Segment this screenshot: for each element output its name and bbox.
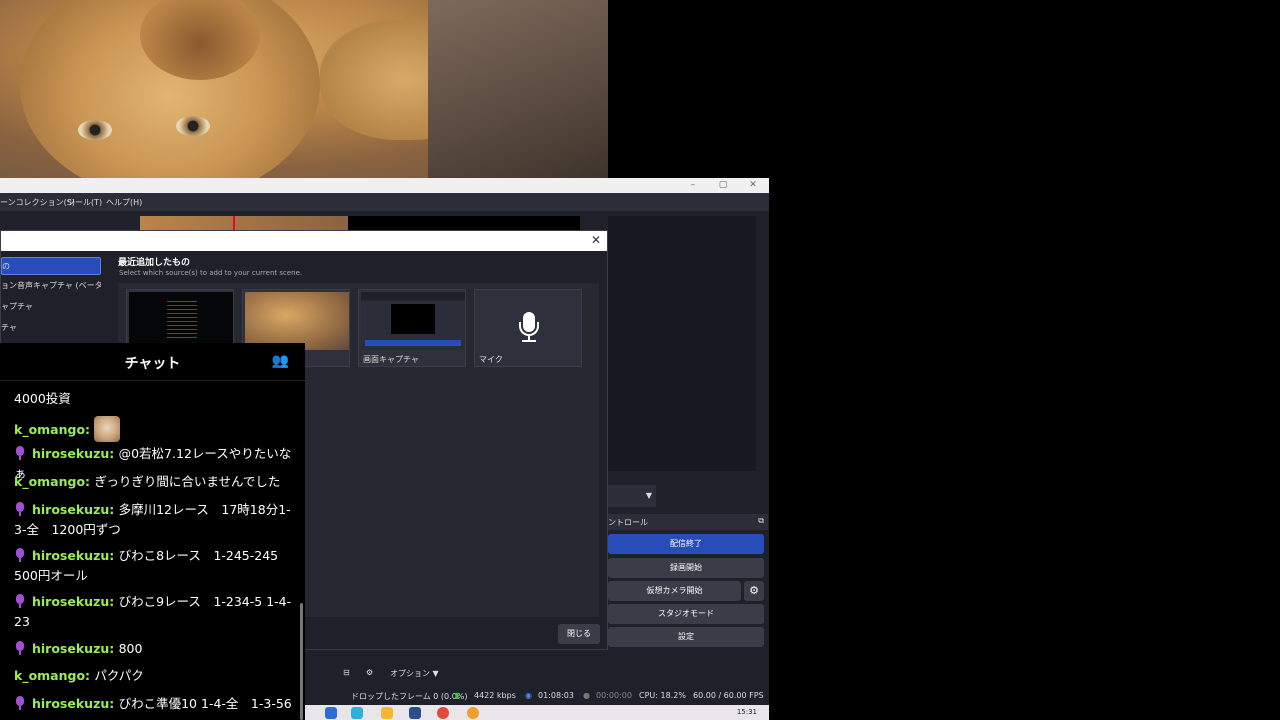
username[interactable]: hirosekuzu: [32, 446, 109, 461]
start-recording-button[interactable]: 録画開始: [608, 558, 764, 578]
badge-icon: [14, 696, 26, 710]
username[interactable]: hirosekuzu: [32, 502, 109, 517]
chrome-icon[interactable]: [437, 707, 449, 719]
card-label: マイク: [479, 355, 503, 364]
start-virtual-camera-button[interactable]: 仮想カメラ開始: [608, 581, 741, 601]
app-icon[interactable]: [467, 707, 479, 719]
chat-message: hirosekuzu: 多摩川12レース 17時18分1-3-全 1200円ずつ: [14, 502, 291, 537]
username[interactable]: k_omango: [14, 668, 85, 683]
badge-icon: [14, 594, 26, 608]
chat-message: k_omango: ぎっりぎり間に合いませんでした: [14, 474, 281, 489]
badge-icon: [14, 641, 26, 655]
clock: 15:31: [736, 708, 757, 716]
message-text: びわこ準優10 1-4-全 1-3-56: [118, 696, 292, 711]
source-toolbar: ⊟ ⚙ オプション ▼: [305, 663, 445, 685]
chat-message: hirosekuzu: びわこ9レース 1-234-5 1-4-23: [14, 594, 292, 629]
chat-scrollbar[interactable]: [300, 603, 303, 720]
username[interactable]: hirosekuzu: [32, 548, 109, 563]
properties-icon[interactable]: ⚙: [366, 668, 373, 677]
username[interactable]: k_omango: [14, 474, 85, 489]
card-label: 画面キャプチャ: [363, 355, 419, 364]
message-text: 800: [118, 641, 143, 656]
username[interactable]: k_omango: [14, 422, 85, 437]
chat-message: hirosekuzu: 800: [14, 639, 294, 659]
chat-panel: チャット 👥 4000投資 k_omango: hirosekuzu: @0若松…: [0, 343, 305, 720]
menu-help[interactable]: ヘルプ(H): [106, 197, 142, 208]
controls-header: ントロール ⧉: [608, 514, 768, 530]
chevron-down-icon: ▼: [645, 491, 652, 500]
dialog-titlebar: ✕: [1, 231, 607, 251]
dialog-heading: 最近追加したもの: [118, 258, 191, 268]
chat-message: hirosekuzu: びわこ8レース 1-245-245 500円オール: [14, 548, 279, 583]
screen-thumbnail: [361, 292, 465, 350]
close-icon[interactable]: ✕: [738, 178, 768, 193]
dialog-subtitle: Select which source(s) to add to your cu…: [119, 269, 303, 277]
dropped-frames: ドロップしたフレーム 0 (0.0%): [351, 692, 468, 701]
chat-message: k_omango:: [14, 416, 294, 442]
options-button[interactable]: オプション ▼: [390, 668, 439, 679]
chat-message: 4000投資: [14, 389, 294, 409]
maximize-icon[interactable]: ▢: [708, 178, 738, 193]
badge-icon: [14, 502, 26, 516]
list-item[interactable]: の: [1, 257, 101, 275]
list-item[interactable]: ャプチャ: [1, 298, 101, 316]
status-bar: ドロップしたフレーム 0 (0.0%) ▮ 4422 kbps ◉ 01:08:…: [305, 687, 769, 705]
microphone-icon: [477, 292, 581, 350]
terminal-thumbnail: [129, 292, 233, 350]
lion-photo: [0, 0, 608, 178]
store-icon[interactable]: [409, 707, 421, 719]
bitrate: 4422 kbps: [474, 691, 516, 700]
message-text: ぎっりぎり間に合いませんでした: [94, 474, 281, 489]
username[interactable]: hirosekuzu: [32, 696, 109, 711]
users-icon[interactable]: 👥: [272, 353, 289, 369]
stream-time: 01:08:03: [538, 691, 574, 700]
record-icon: ●: [583, 691, 590, 700]
list-item[interactable]: ョン音声キャプチャ (ベータ版): [1, 277, 101, 295]
controls-label: ントロール: [608, 518, 648, 527]
stream-icon: ◉: [525, 691, 532, 700]
message-text: 4000投資: [14, 391, 71, 406]
chat-title: チャット: [124, 356, 181, 372]
dropdown[interactable]: ▼: [608, 485, 656, 507]
close-icon[interactable]: ✕: [591, 233, 601, 247]
edge-icon[interactable]: [325, 707, 337, 719]
minimize-icon[interactable]: –: [678, 178, 708, 193]
emote-icon: [94, 416, 121, 442]
preview-area: [140, 216, 580, 231]
fps: 60.00 / 60.00 FPS: [693, 691, 764, 700]
chat-header: チャット 👥: [0, 343, 305, 381]
taskbar: 15:31: [305, 705, 769, 720]
settings-button[interactable]: 設定: [608, 627, 764, 647]
badge-icon: [14, 548, 26, 562]
cpu-usage: CPU: 18.2%: [639, 691, 686, 700]
username[interactable]: hirosekuzu: [32, 641, 109, 656]
source-card[interactable]: マイク: [474, 289, 582, 367]
username[interactable]: hirosekuzu: [32, 594, 109, 609]
list-item[interactable]: チャ: [1, 319, 101, 337]
lion-thumbnail: [245, 292, 349, 350]
gear-icon[interactable]: ⚙: [744, 581, 764, 601]
obs-titlebar: – ▢ ✕: [0, 178, 769, 193]
stop-stream-button[interactable]: 配信終了: [608, 534, 764, 554]
signal-icon: ▮: [455, 691, 460, 700]
chat-message: hirosekuzu: びわこ準優10 1-4-全 1-3-56: [14, 694, 294, 714]
chat-message: k_omango: パクパク: [14, 668, 144, 683]
menu-tools[interactable]: ツール(T): [67, 197, 102, 208]
studio-mode-button[interactable]: スタジオモード: [608, 604, 764, 624]
filter-icon[interactable]: ⊟: [343, 668, 350, 677]
scenes-panel: [608, 216, 756, 471]
source-card[interactable]: 画面キャプチャ: [358, 289, 466, 367]
message-text: パクパク: [94, 668, 144, 683]
browser-icon[interactable]: [351, 707, 363, 719]
undock-icon[interactable]: ⧉: [758, 516, 764, 526]
menu-bar: ーンコレクション(S) ツール(T) ヘルプ(H): [0, 193, 769, 211]
record-time: 00:00:00: [596, 691, 632, 700]
close-button[interactable]: 閉じる: [558, 624, 600, 644]
badge-icon: [14, 446, 26, 460]
menu-scene-collection[interactable]: ーンコレクション(S): [0, 197, 75, 208]
folder-icon[interactable]: [381, 707, 393, 719]
